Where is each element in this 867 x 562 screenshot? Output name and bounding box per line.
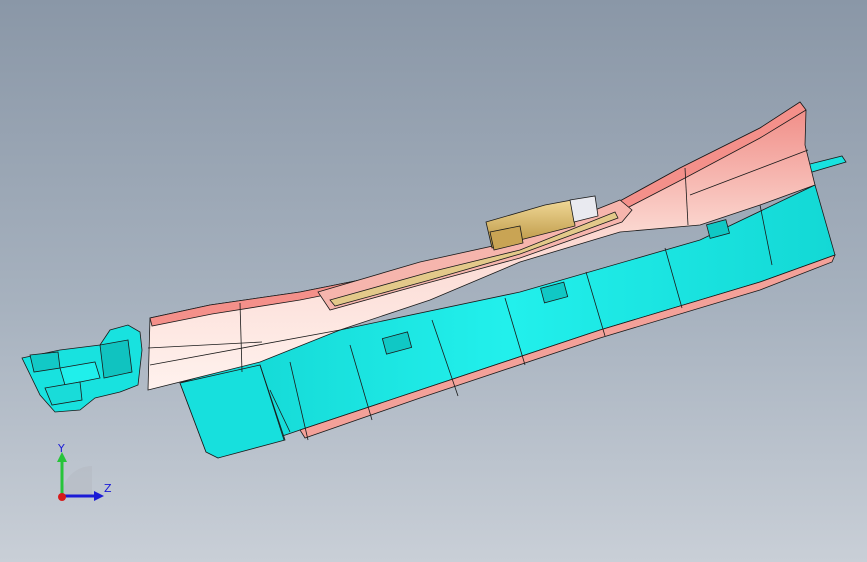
y-axis-label: Y <box>57 442 65 455</box>
z-axis-label: Z <box>104 482 112 495</box>
right-tab <box>805 155 847 173</box>
left-bracket <box>21 324 143 413</box>
axis-triad: Y Z <box>57 442 112 501</box>
3d-model[interactable] <box>0 0 867 562</box>
cad-viewport[interactable]: Y Z <box>0 0 867 562</box>
